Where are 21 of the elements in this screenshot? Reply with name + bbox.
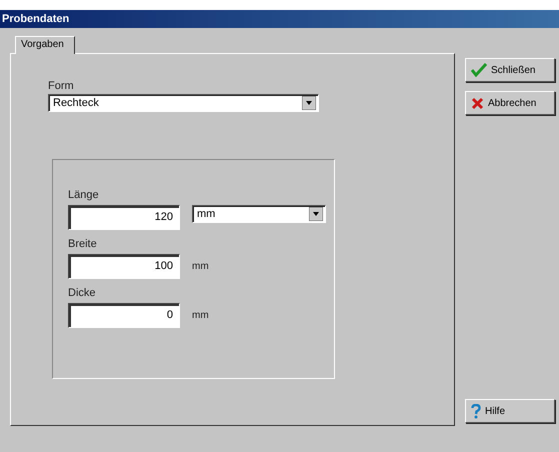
unit-label: mm	[192, 310, 209, 321]
field-label: Dicke	[68, 287, 96, 299]
unit-label: mm	[192, 261, 209, 272]
field-label: Länge	[68, 189, 99, 201]
cancel-button[interactable]: Abbrechen	[465, 91, 555, 115]
window-title: Probendaten	[0, 10, 559, 28]
check-icon	[471, 63, 487, 77]
tab[interactable]: Vorgaben	[15, 36, 75, 54]
field-label: Breite	[68, 238, 97, 250]
dropdown-arrow-icon[interactable]	[309, 207, 323, 221]
input-field[interactable]: 0	[68, 303, 180, 328]
field-label: Form	[48, 80, 74, 92]
close-icon	[471, 96, 484, 110]
help-icon	[471, 404, 481, 418]
input-field[interactable]: 120	[68, 205, 180, 230]
unit-dropdown[interactable]: mm	[192, 205, 326, 223]
dropdown-arrow-icon[interactable]	[302, 96, 316, 110]
help-button[interactable]: Hilfe	[465, 399, 555, 423]
form-dropdown[interactable]: Rechteck	[48, 94, 319, 112]
input-field[interactable]: 100	[68, 254, 180, 279]
close-button[interactable]: Schließen	[465, 58, 555, 82]
